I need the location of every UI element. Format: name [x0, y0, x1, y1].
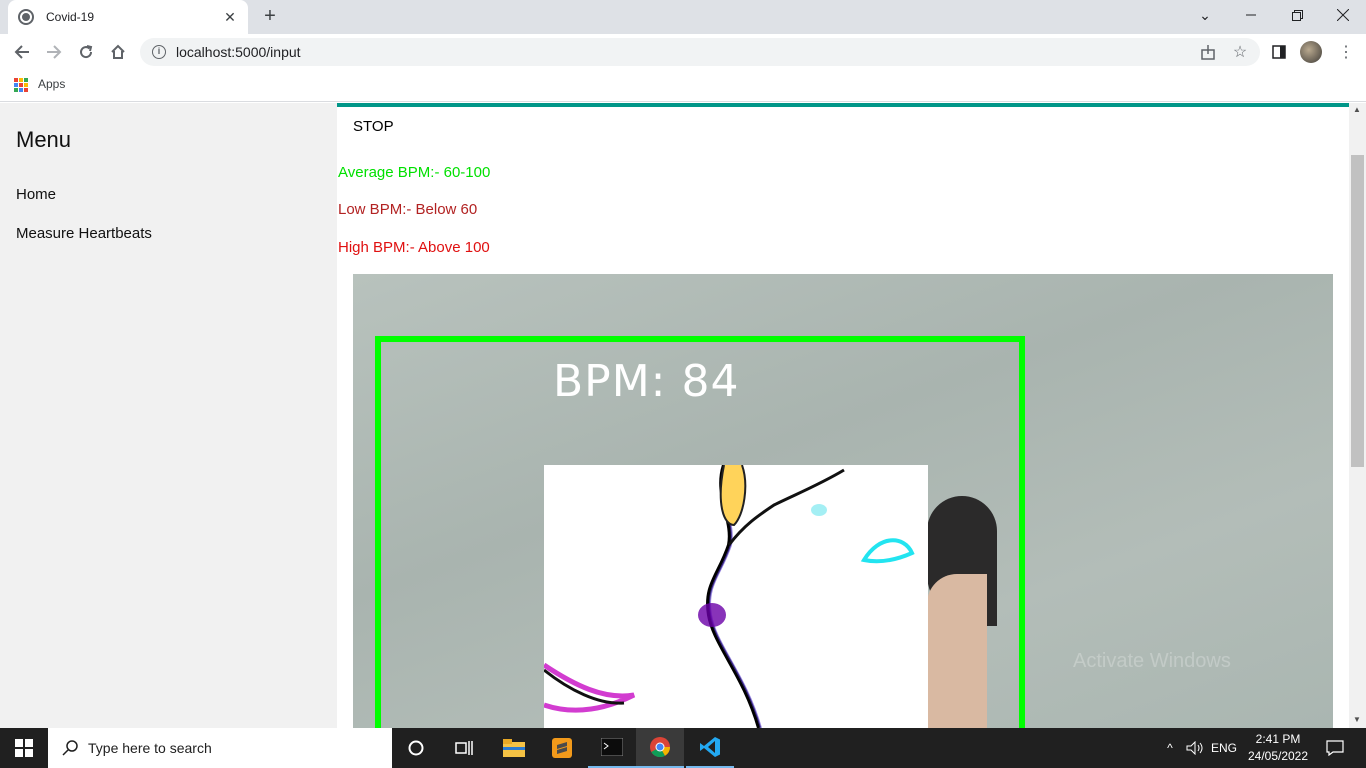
bookmarks-bar: Apps: [0, 70, 1366, 102]
scroll-down-icon[interactable]: ▼: [1353, 715, 1361, 724]
vscode-icon[interactable]: [686, 728, 734, 768]
task-view-icon[interactable]: [440, 728, 488, 768]
notifications-icon[interactable]: [1320, 728, 1350, 768]
close-window-button[interactable]: [1320, 0, 1366, 30]
restore-button[interactable]: [1274, 0, 1320, 30]
forward-icon[interactable]: [42, 40, 66, 64]
address-url[interactable]: localhost:5000/input: [176, 44, 301, 60]
windows-start-icon[interactable]: [0, 728, 48, 768]
browser-tab[interactable]: Covid-19 ✕: [8, 0, 248, 34]
sublime-text-icon[interactable]: [538, 728, 586, 768]
address-bar[interactable]: i localhost:5000/input: [140, 38, 1260, 66]
new-tab-button[interactable]: +: [258, 5, 282, 29]
scroll-up-icon[interactable]: ▲: [1353, 105, 1361, 114]
apps-bookmark[interactable]: Apps: [38, 77, 65, 91]
average-bpm-text: Average BPM:- 60-100: [338, 164, 491, 181]
windows-taskbar: Type here to search ^ ENG 2:41 PM 24/05/…: [0, 728, 1366, 768]
cortana-icon[interactable]: [392, 728, 440, 768]
reload-icon[interactable]: [74, 40, 98, 64]
page-scrollbar[interactable]: ▲ ▼: [1349, 103, 1366, 728]
minimize-button[interactable]: [1228, 0, 1274, 30]
webcam-feed: BPM: 84 Activate Windows: [353, 274, 1333, 728]
low-bpm-text: Low BPM:- Below 60: [338, 201, 478, 218]
accent-bar: [337, 103, 1349, 107]
sidebar-item-home[interactable]: Home: [16, 186, 56, 203]
browser-tab-strip: Covid-19 ✕ + ⌄: [0, 0, 1366, 34]
browser-menu-icon[interactable]: ⋮: [1336, 42, 1356, 62]
sidebar-item-measure-heartbeats[interactable]: Measure Heartbeats: [16, 225, 152, 242]
profile-avatar[interactable]: [1300, 41, 1322, 63]
language-indicator[interactable]: ENG: [1208, 728, 1240, 768]
side-panel-icon[interactable]: [1269, 42, 1289, 62]
clock-date: 24/05/2022: [1247, 749, 1309, 763]
taskbar-clock[interactable]: 2:41 PM 24/05/2022: [1240, 731, 1316, 765]
taskbar-search-box[interactable]: Type here to search: [48, 728, 392, 768]
volume-icon[interactable]: [1184, 728, 1206, 768]
high-bpm-text: High BPM:- Above 100: [338, 239, 490, 256]
terminal-icon[interactable]: [588, 728, 636, 768]
bpm-overlay-text: BPM: 84: [553, 356, 740, 407]
show-hidden-icons[interactable]: ^: [1160, 728, 1180, 768]
clock-time: 2:41 PM: [1255, 732, 1301, 746]
browser-toolbar: i localhost:5000/input ☆ ⋮: [0, 34, 1366, 70]
tab-search-chevron-icon[interactable]: ⌄: [1182, 0, 1228, 30]
back-icon[interactable]: [10, 40, 34, 64]
share-icon[interactable]: [1198, 42, 1218, 62]
main-content: STOP Average BPM:- 60-100 Low BPM:- Belo…: [337, 103, 1349, 728]
globe-icon: [18, 9, 34, 25]
taskbar-search-placeholder[interactable]: Type here to search: [88, 740, 212, 756]
apps-grid-icon[interactable]: [14, 78, 28, 92]
site-info-icon[interactable]: i: [152, 45, 166, 59]
home-icon[interactable]: [106, 40, 130, 64]
tab-title: Covid-19: [46, 10, 95, 24]
stop-button[interactable]: STOP: [353, 118, 394, 135]
tab-close-icon[interactable]: ✕: [222, 9, 238, 26]
chrome-icon[interactable]: [636, 728, 684, 768]
sidebar: Menu Home Measure Heartbeats: [0, 103, 337, 728]
file-explorer-icon[interactable]: [490, 728, 538, 768]
heartbeat-visualization: [544, 465, 928, 728]
windows-watermark: Activate Windows: [1073, 650, 1231, 672]
search-icon: [62, 740, 78, 756]
menu-title: Menu: [16, 127, 72, 152]
scroll-thumb[interactable]: [1351, 155, 1364, 467]
bookmark-star-icon[interactable]: ☆: [1230, 42, 1250, 62]
